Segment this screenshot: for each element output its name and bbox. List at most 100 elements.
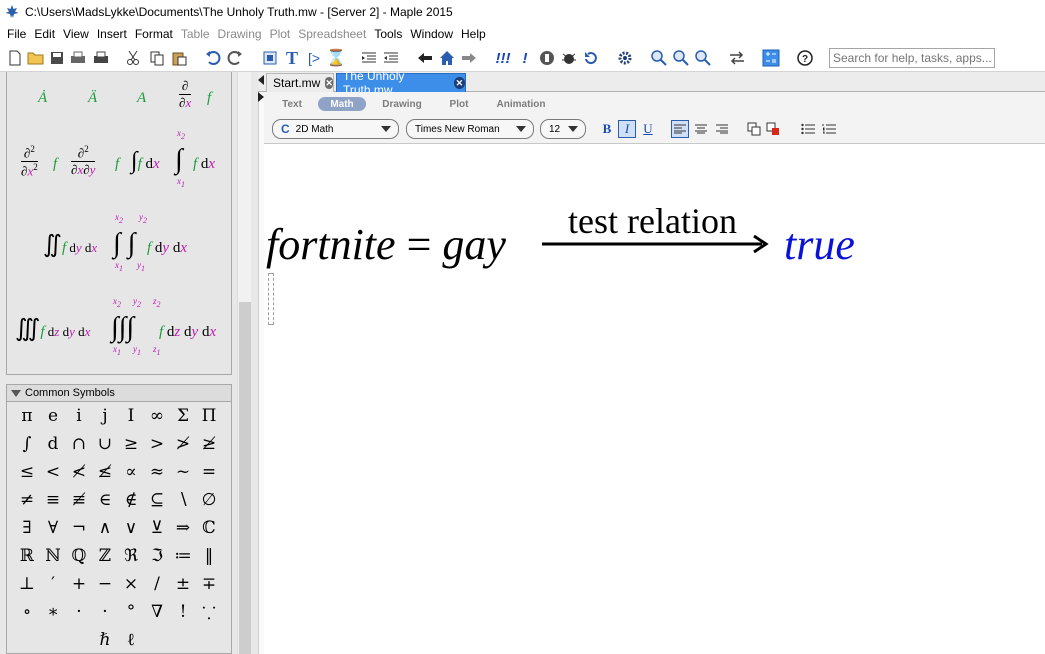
insert-label-icon[interactable]	[745, 120, 763, 138]
palette-mixed-partial[interactable]: ∂2 ∂x∂y	[71, 144, 96, 178]
symbol-button[interactable]: ℏ	[92, 626, 118, 654]
symbol-button[interactable]: ℤ	[92, 542, 118, 570]
symbol-button[interactable]: j	[92, 402, 118, 430]
collapse-left-icon[interactable]	[258, 75, 264, 85]
execute-icon[interactable]: !	[516, 49, 534, 67]
symbol-button[interactable]: =	[196, 458, 222, 486]
help-icon[interactable]: ?	[796, 49, 814, 67]
close-icon[interactable]: ✕	[325, 77, 333, 89]
palette-second-partial-x[interactable]: ∂2 ∂x2	[21, 144, 38, 180]
back-arrow-icon[interactable]	[416, 49, 434, 67]
palette-dot-a[interactable]: Ȧ	[38, 90, 47, 107]
search-input[interactable]	[829, 48, 995, 68]
execute-worksheet-icon[interactable]: !!!	[494, 49, 512, 67]
outdent-icon[interactable]	[382, 49, 400, 67]
close-icon[interactable]: ✕	[453, 77, 465, 89]
undo-icon[interactable]	[204, 49, 222, 67]
symbol-button[interactable]: ∖	[170, 486, 196, 514]
symbol-button[interactable]: ≈	[144, 458, 170, 486]
home-icon[interactable]	[438, 49, 456, 67]
symbol-button[interactable]: °	[118, 598, 144, 626]
symbol-button[interactable]: ∀	[40, 514, 66, 542]
menu-window[interactable]: Window	[406, 27, 457, 41]
symbol-button[interactable]: ~	[170, 458, 196, 486]
palette-definite-double-integral[interactable]: ∫ ∫	[113, 228, 135, 260]
swap-icon[interactable]	[728, 49, 746, 67]
document-structure-icon[interactable]	[261, 49, 279, 67]
zoom-100-icon[interactable]	[650, 49, 668, 67]
symbol-button[interactable]: ℝ	[14, 542, 40, 570]
symbol-button[interactable]: Σ	[170, 402, 196, 430]
forward-arrow-icon[interactable]	[460, 49, 478, 67]
menu-help[interactable]: Help	[457, 27, 490, 41]
palette-definite-triple-integral[interactable]: ∫∫∫	[111, 312, 134, 344]
symbol-button[interactable]: ∃	[14, 514, 40, 542]
symbol-button[interactable]: +	[66, 570, 92, 598]
math-expression[interactable]: fortnite = gay	[266, 219, 506, 270]
underline-button[interactable]: U	[639, 120, 657, 138]
math-mode-icon[interactable]: [>	[305, 49, 323, 67]
menu-spreadsheet[interactable]: Spreadsheet	[294, 27, 370, 41]
symbol-button[interactable]: ≯	[170, 430, 196, 458]
font-size-select[interactable]: 12	[540, 119, 586, 139]
align-left-icon[interactable]	[671, 120, 689, 138]
symbol-button[interactable]: ∩	[66, 430, 92, 458]
tab-start[interactable]: Start.mw ✕	[266, 73, 334, 92]
palette-scrollbar[interactable]	[237, 72, 251, 654]
symbol-button[interactable]: i	[66, 402, 92, 430]
symbol-button[interactable]: ≢	[66, 486, 92, 514]
symbol-button[interactable]: ⊻	[144, 514, 170, 542]
symbol-button[interactable]: I	[118, 402, 144, 430]
symbol-button[interactable]: ≔	[170, 542, 196, 570]
symbol-button[interactable]: ≱	[196, 430, 222, 458]
mode-tab-math[interactable]: Math	[318, 97, 366, 111]
redo-icon[interactable]	[226, 49, 244, 67]
palette-indefinite-integral[interactable]: ∫f dx	[131, 148, 160, 175]
symbol-button[interactable]: ·	[66, 598, 92, 626]
math-palette-icon[interactable]	[762, 49, 780, 67]
numbered-list-icon[interactable]	[820, 120, 838, 138]
print-icon[interactable]	[92, 49, 110, 67]
symbol-button[interactable]: ℚ	[66, 542, 92, 570]
save-icon[interactable]	[48, 49, 66, 67]
menu-edit[interactable]: Edit	[30, 27, 59, 41]
symbol-button[interactable]: ∝	[118, 458, 144, 486]
symbol-button[interactable]: ¬	[66, 514, 92, 542]
symbol-button[interactable]: ≥	[118, 430, 144, 458]
symbol-button[interactable]: ≰	[92, 458, 118, 486]
italic-button[interactable]: I	[618, 120, 636, 138]
symbol-button[interactable]: ∨	[118, 514, 144, 542]
symbol-button[interactable]: ∇	[144, 598, 170, 626]
delete-label-icon[interactable]	[764, 120, 782, 138]
symbol-button[interactable]: e	[40, 402, 66, 430]
symbol-button[interactable]: ±	[170, 570, 196, 598]
zoom-150-icon[interactable]	[672, 49, 690, 67]
text-mode-icon[interactable]: T	[283, 48, 301, 68]
scrollbar-thumb[interactable]	[239, 302, 251, 654]
symbol-button[interactable]: ≤	[14, 458, 40, 486]
symbol-button[interactable]: π	[14, 402, 40, 430]
symbol-button[interactable]: ∫	[14, 430, 40, 458]
menu-plot[interactable]: Plot	[266, 27, 295, 41]
palette-partial-x[interactable]: ∂ ∂x	[179, 78, 192, 111]
symbol-button[interactable]: ℑ	[144, 542, 170, 570]
symbol-button[interactable]: ℓ	[118, 626, 144, 654]
symbol-button[interactable]: ·	[92, 598, 118, 626]
bold-button[interactable]: B	[598, 120, 616, 138]
menu-tools[interactable]: Tools	[370, 27, 406, 41]
symbol-button[interactable]: ℕ	[40, 542, 66, 570]
palette-triple-integral[interactable]: ∭f dz dy dx	[15, 314, 90, 343]
palette-ddot-a[interactable]: Ä	[88, 90, 97, 107]
symbol-button[interactable]: ∘	[14, 598, 40, 626]
menu-format[interactable]: Format	[131, 27, 177, 41]
symbol-button[interactable]: ∈	[92, 486, 118, 514]
symbol-button[interactable]: ∉	[118, 486, 144, 514]
mode-tab-drawing[interactable]: Drawing	[374, 97, 430, 111]
mode-tab-text[interactable]: Text	[274, 97, 310, 111]
symbol-button[interactable]: Π	[196, 402, 222, 430]
symbol-button[interactable]: ‖	[196, 542, 222, 570]
stop-icon[interactable]	[538, 49, 556, 67]
symbol-button[interactable]: !	[170, 598, 196, 626]
new-document-icon[interactable]	[6, 49, 24, 67]
common-symbols-header[interactable]: Common Symbols	[6, 384, 232, 402]
